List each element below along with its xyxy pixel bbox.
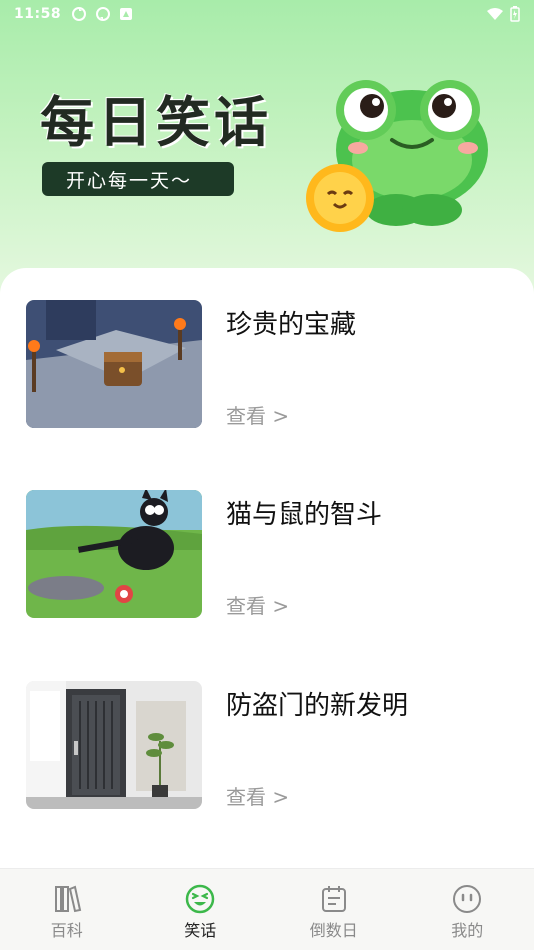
tab-label: 倒数日 [309,921,358,940]
neutral-face-icon [453,885,482,913]
hero-banner: 11:58 每日笑话 开心每一天～ [0,0,534,300]
notification-icon [120,8,133,20]
sun-icon [306,164,374,232]
sync-icon [72,7,87,21]
joke-item[interactable]: 珍贵的宝藏 查看 > [26,300,516,430]
tab-label: 我的 [451,921,484,940]
view-link[interactable]: 查看 > [226,590,289,619]
battery-icon [510,6,520,22]
joke-title: 珍贵的宝藏 [226,310,357,340]
status-time: 11:58 [14,6,62,22]
books-icon [54,885,81,913]
hero-subtitle: 开心每一天～ [66,169,193,192]
view-link[interactable]: 查看 > [226,781,289,810]
treasure-chest-image [26,300,202,428]
joke-thumbnail [26,300,202,428]
calendar-icon [321,886,346,912]
joke-item[interactable]: 防盗门的新发明 查看 > [26,681,516,811]
view-link[interactable]: 查看 > [226,400,289,429]
laughing-face-icon [186,884,215,914]
joke-thumbnail [26,681,202,809]
cat-mouse-image [26,490,202,618]
tab-label: 笑话 [184,921,217,940]
wifi-icon [487,8,503,20]
joke-title: 防盗门的新发明 [226,691,409,721]
joke-title: 猫与鼠的智斗 [226,500,383,530]
status-bar: 11:58 [0,0,534,28]
joke-thumbnail [26,490,202,618]
tab-encyclopedia[interactable]: 百科 [0,869,134,950]
security-door-image [26,681,202,809]
tab-countdown[interactable]: 倒数日 [267,869,401,950]
hero-subtitle-pill: 开心每一天～ [42,162,234,196]
bottom-tab-bar: 百科 笑话 倒数日 我的 [0,868,534,950]
tab-label: 百科 [50,921,83,940]
hero-title: 每日笑话 [40,91,272,154]
frog-mascot-icon [306,80,488,232]
tab-profile[interactable]: 我的 [401,869,534,950]
tab-jokes[interactable]: 笑话 [134,869,268,950]
sync-icon-2 [96,7,111,21]
joke-list: 珍贵的宝藏 查看 > 猫与鼠的智斗 查看 > 防盗门的新发明 查看 > [0,268,534,868]
joke-item[interactable]: 猫与鼠的智斗 查看 > [26,490,516,620]
